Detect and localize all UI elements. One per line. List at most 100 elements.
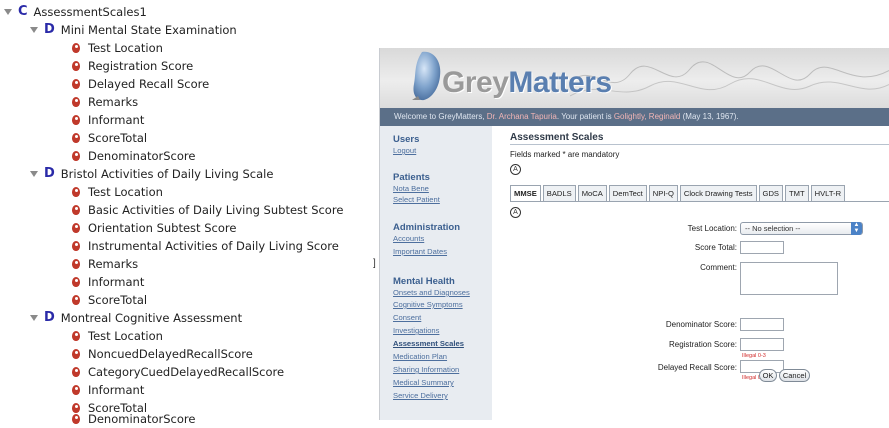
tab-npi-q[interactable]: NPI-Q	[648, 185, 678, 201]
sidebar-navigation: Users Logout Patients Nota Bene Select P…	[380, 126, 492, 420]
tree-leaf-label: Informant	[88, 383, 145, 397]
tree-leaf[interactable]: Basic Activities of Daily Living Subtest…	[72, 201, 343, 219]
tree-leaf[interactable]: CategoryCuedDelayedRecallScore	[72, 363, 284, 381]
tab-badls[interactable]: BADLS	[542, 185, 576, 201]
title-divider	[510, 144, 889, 145]
tree-leaf-label: CategoryCuedDelayedRecallScore	[88, 365, 285, 379]
nav-link-medication-plan[interactable]: Medication Plan	[393, 352, 447, 361]
disclosure-triangle-icon[interactable]	[30, 27, 38, 33]
attribute-icon	[72, 97, 80, 107]
tab-tmt[interactable]: TMT	[785, 185, 809, 201]
tree-leaf[interactable]: Orientation Subtest Score	[72, 219, 236, 237]
tree-group-node[interactable]: D Bristol Activities of Daily Living Sca…	[30, 165, 273, 183]
tree-leaf[interactable]: Remarks	[72, 255, 138, 273]
test-location-select[interactable]: -- No selection -- ▲ ▼	[740, 222, 863, 235]
attribute-icon	[72, 385, 80, 395]
attribute-icon	[72, 61, 80, 71]
comment-label: Comment:	[700, 263, 737, 272]
nav-link-onsets-diagnoses[interactable]: Onsets and Diagnoses	[393, 288, 470, 297]
nav-link-service-delivery[interactable]: Service Delivery	[393, 391, 448, 400]
tree-leaf[interactable]: Informant	[72, 111, 144, 129]
tree-node-label: Mini Mental State Examination	[60, 23, 237, 37]
tab-gds[interactable]: GDS	[758, 185, 783, 201]
nav-link-important-dates[interactable]: Important Dates	[393, 247, 447, 256]
registration-score-label: Registration Score:	[668, 340, 737, 349]
app-logo-text: GreyMatters	[442, 66, 612, 100]
welcome-bar: Welcome to GreyMatters, Dr. Archana Tapu…	[380, 108, 889, 126]
current-user-link[interactable]: Dr. Archana Tapuria	[487, 112, 557, 121]
tree-leaf[interactable]: Instrumental Activities of Daily Living …	[72, 237, 339, 255]
current-patient-link[interactable]: Golightly, Reginald	[614, 112, 681, 121]
registration-score-input[interactable]	[740, 338, 784, 351]
app-banner: GreyMatters	[380, 48, 889, 108]
banner-handwriting-decoration	[570, 61, 889, 97]
tree-root-node[interactable]: C AssessmentScales1	[4, 3, 147, 21]
tab-mmse[interactable]: MMSE	[510, 185, 541, 201]
registration-score-error: Illegal 0-3	[742, 353, 766, 359]
welcome-suffix: (May 13, 1967).	[680, 112, 739, 121]
tree-leaf[interactable]: DenominatorScore	[72, 410, 195, 428]
stray-bracket: ]	[373, 258, 376, 269]
tree-leaf-label: Orientation Subtest Score	[88, 221, 237, 235]
tree-group-node[interactable]: D Montreal Cognitive Assessment	[30, 309, 242, 327]
tree-leaf-label: Basic Activities of Daily Living Subtest…	[88, 203, 344, 217]
tree-leaf[interactable]: Test Location	[72, 327, 163, 345]
tree-leaf[interactable]: ScoreTotal	[72, 129, 147, 147]
tree-leaf[interactable]: Delayed Recall Score	[72, 75, 209, 93]
tree-leaf-label: Instrumental Activities of Daily Living …	[88, 239, 339, 253]
tree-leaf[interactable]: ScoreTotal	[72, 291, 147, 309]
nav-link-nota-bene[interactable]: Nota Bene	[393, 184, 429, 193]
tree-node-label: Bristol Activities of Daily Living Scale	[60, 167, 274, 181]
tab-clock-drawing-tests[interactable]: Clock Drawing Tests	[679, 185, 757, 201]
disclosure-triangle-icon[interactable]	[30, 171, 38, 177]
nav-link-medical-summary[interactable]: Medical Summary	[393, 378, 454, 387]
page-title: Assessment Scales	[510, 132, 604, 143]
nav-heading-patients: Patients	[393, 172, 430, 183]
attribute-icon	[72, 43, 80, 53]
cancel-button[interactable]: Cancel	[779, 369, 810, 382]
tree-leaf-label: NoncuedDelayedRecallScore	[88, 347, 253, 361]
attribute-icon	[72, 223, 80, 233]
disclosure-triangle-icon[interactable]	[4, 9, 12, 15]
form-collapse-toggle-icon[interactable]: A	[510, 207, 521, 218]
tab-demtect[interactable]: DemTect	[608, 185, 647, 201]
attribute-icon	[72, 115, 80, 125]
tree-group-node[interactable]: D Mini Mental State Examination	[30, 21, 237, 39]
assessment-tabs: MMSE BADLS MoCA DemTect NPI-Q Clock Draw…	[510, 185, 847, 201]
score-total-label: Score Total:	[694, 243, 737, 252]
tree-leaf[interactable]: Remarks	[72, 93, 138, 111]
tree-leaf-label: Test Location	[88, 185, 163, 199]
tree-leaf[interactable]: NoncuedDelayedRecallScore	[72, 345, 253, 363]
tree-leaf-label: Remarks	[88, 257, 139, 271]
comment-textarea[interactable]	[740, 262, 838, 295]
tree-leaf[interactable]: Informant	[72, 381, 144, 399]
nav-link-accounts[interactable]: Accounts	[393, 234, 424, 243]
collapse-toggle-icon[interactable]: A	[510, 164, 521, 175]
tab-hvlt-r[interactable]: HVLT-R	[810, 185, 846, 201]
disclosure-triangle-icon[interactable]	[30, 315, 38, 321]
score-total-input[interactable]	[740, 241, 784, 254]
welcome-mid: . Your patient is	[556, 112, 614, 121]
greymatters-window: GreyMatters Welcome to GreyMatters, Dr. …	[379, 48, 889, 420]
attribute-icon	[72, 367, 80, 377]
nav-link-select-patient[interactable]: Select Patient	[393, 195, 440, 204]
nav-link-sharing-information[interactable]: Sharing Information	[393, 365, 459, 374]
tree-leaf[interactable]: Test Location	[72, 183, 163, 201]
tree-leaf[interactable]: DenominatorScore	[72, 147, 195, 165]
attribute-icon	[72, 277, 80, 287]
nav-link-assessment-scales[interactable]: Assessment Scales	[393, 339, 464, 348]
ok-button[interactable]: OK	[759, 369, 777, 382]
nav-link-logout[interactable]: Logout	[393, 146, 416, 155]
nav-heading-mental-health: Mental Health	[393, 276, 455, 287]
tree-leaf[interactable]: Test Location	[72, 39, 163, 57]
nav-link-cognitive-symptoms[interactable]: Cognitive Symptoms	[393, 300, 463, 309]
nav-heading-users: Users	[393, 134, 420, 145]
nav-link-investigations[interactable]: Investigations	[393, 326, 439, 335]
tab-moca[interactable]: MoCA	[577, 185, 607, 201]
tree-leaf[interactable]: Registration Score	[72, 57, 193, 75]
nav-link-consent[interactable]: Consent	[393, 313, 421, 322]
denominator-score-input[interactable]	[740, 318, 784, 331]
tree-leaf[interactable]: Informant	[72, 273, 144, 291]
tree-leaf-label: Delayed Recall Score	[88, 77, 210, 91]
tree-node-label: AssessmentScales1	[33, 5, 147, 19]
